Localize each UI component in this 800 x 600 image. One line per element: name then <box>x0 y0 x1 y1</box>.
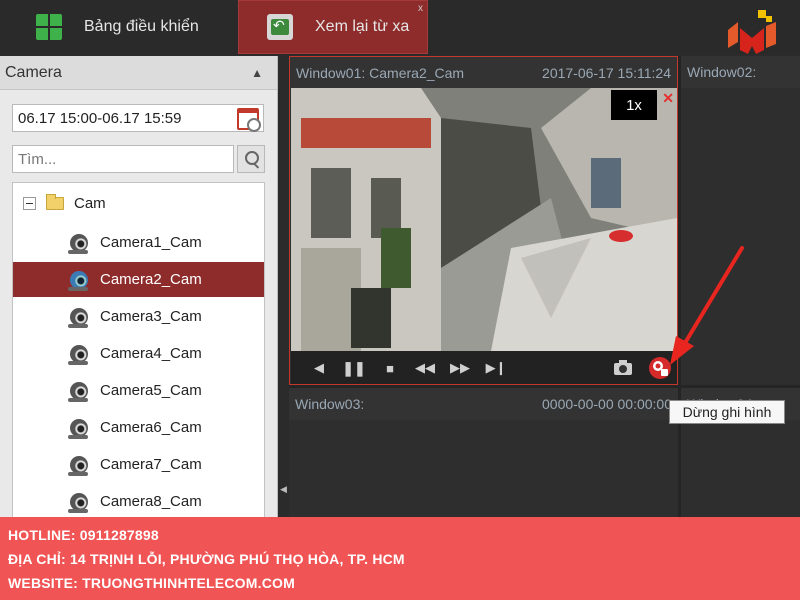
window-camera-name: Camera2_Cam <box>369 65 465 81</box>
collapse-minus-icon[interactable] <box>23 196 36 210</box>
video-frame[interactable]: 1x ✕ <box>291 88 677 351</box>
tree-root-label: Cam <box>74 194 106 212</box>
window-timestamp: 2017-06-17 15:11:24 <box>542 65 671 81</box>
camera-icon <box>68 418 88 439</box>
window-name: Window02: <box>687 64 757 80</box>
window-name: Window01: <box>296 65 366 81</box>
playback-controls: ◀ ❚❚ ■ ◀◀ ▶▶ ▶❙ <box>291 351 677 384</box>
tab-dashboard[interactable]: Bảng điều khiển <box>0 0 236 54</box>
slow-down-icon[interactable]: ◀◀ <box>415 358 435 378</box>
calendar-clock-icon[interactable] <box>237 108 261 132</box>
stop-recording-tooltip: Dừng ghi hình <box>669 400 785 424</box>
camera-item[interactable]: Camera1_Cam <box>13 225 264 260</box>
camera-panel: Camera ▲ 06.17 15:00-06.17 15:59 Cam Cam… <box>0 56 278 518</box>
camera-item[interactable]: Camera7_Cam <box>13 447 264 482</box>
brand-logo <box>728 10 776 54</box>
stop-icon[interactable]: ■ <box>380 358 400 378</box>
camera-item-label: Camera2_Cam <box>100 271 202 288</box>
window-title-bar: Window02: <box>681 56 800 88</box>
search-input[interactable] <box>12 145 234 173</box>
video-window-1[interactable]: Window01: Camera2_Cam 2017-06-17 15:11:2… <box>289 56 678 385</box>
playback-speed-badge: 1x <box>611 90 657 120</box>
chevron-up-icon[interactable]: ▲ <box>251 66 263 80</box>
camera-icon <box>68 381 88 402</box>
window-title-bar: Window01: Camera2_Cam 2017-06-17 15:11:2… <box>290 57 677 89</box>
video-window-3[interactable]: Window03: 0000-00-00 00:00:00 <box>289 388 678 518</box>
camera-panel-title: Camera <box>5 63 62 81</box>
camera-icon <box>68 455 88 476</box>
camera-item[interactable]: Camera5_Cam <box>13 373 264 408</box>
top-bar: Bảng điều khiển Xem lại từ xa x <box>0 0 800 54</box>
close-icon[interactable]: ✕ <box>662 90 674 107</box>
camera-item-label: Camera8_Cam <box>100 493 202 510</box>
camera-item[interactable]: Camera4_Cam <box>13 336 264 371</box>
camera-item[interactable]: Camera6_Cam <box>13 410 264 445</box>
camera-panel-header[interactable]: Camera ▲ <box>0 56 277 90</box>
camera-icon <box>68 492 88 513</box>
dashboard-grid-icon <box>36 14 62 40</box>
camera-item-label: Camera6_Cam <box>100 419 202 436</box>
collapse-panel-icon[interactable]: ◀ <box>280 484 288 498</box>
playback-icon <box>267 14 293 40</box>
camera-item[interactable]: Camera8_Cam <box>13 484 264 517</box>
camera-item-selected[interactable]: Camera2_Cam <box>13 262 264 297</box>
camera-icon <box>68 270 88 291</box>
single-frame-icon[interactable]: ▶❙ <box>486 358 507 378</box>
tab-remote-playback-label: Xem lại từ xa <box>315 18 410 35</box>
speed-up-icon[interactable]: ▶▶ <box>450 358 470 378</box>
camera-icon <box>68 233 88 254</box>
search-button[interactable] <box>237 145 265 173</box>
tree-root-cam[interactable]: Cam <box>13 191 106 215</box>
camera-item[interactable]: Camera3_Cam <box>13 299 264 334</box>
window-title-bar: Window03: 0000-00-00 00:00:00 <box>289 388 678 420</box>
camera-icon <box>68 307 88 328</box>
capture-snapshot-icon[interactable] <box>613 358 633 378</box>
camera-item-label: Camera5_Cam <box>100 382 202 399</box>
annotation-arrow <box>670 246 744 365</box>
date-range-value: 06.17 15:00-06.17 15:59 <box>18 109 182 127</box>
camera-item-label: Camera4_Cam <box>100 345 202 362</box>
camera-item-label: Camera1_Cam <box>100 234 202 251</box>
camera-feed-image <box>291 88 677 351</box>
camera-tree: Cam Camera1_Cam Camera2_Cam Camera3_Cam … <box>12 182 265 518</box>
window-name: Window03: <box>295 396 365 412</box>
address-text: ĐỊA CHỈ: 14 TRỊNH LỖI, PHƯỜNG PHÚ THỌ HÒ… <box>8 551 405 567</box>
camera-item-label: Camera7_Cam <box>100 456 202 473</box>
pause-icon[interactable]: ❚❚ <box>342 358 365 378</box>
tab-dashboard-label: Bảng điều khiển <box>84 18 199 35</box>
camera-item-label: Camera3_Cam <box>100 308 202 325</box>
contact-banner: HOTLINE: 0911287898 ĐỊA CHỈ: 14 TRỊNH LỖ… <box>0 517 800 600</box>
tab-close-icon[interactable]: x <box>418 3 423 14</box>
tab-remote-playback[interactable]: Xem lại từ xa x <box>238 0 428 54</box>
website-text: WEBSITE: TRUONGTHINHTELECOM.COM <box>8 575 295 591</box>
reverse-play-icon[interactable]: ◀ <box>309 358 329 378</box>
window-timestamp: 0000-00-00 00:00:00 <box>542 396 672 412</box>
date-range-field[interactable]: 06.17 15:00-06.17 15:59 <box>12 104 264 132</box>
camera-icon <box>68 344 88 365</box>
hotline-text: HOTLINE: 0911287898 <box>8 527 159 543</box>
folder-icon <box>46 193 64 210</box>
